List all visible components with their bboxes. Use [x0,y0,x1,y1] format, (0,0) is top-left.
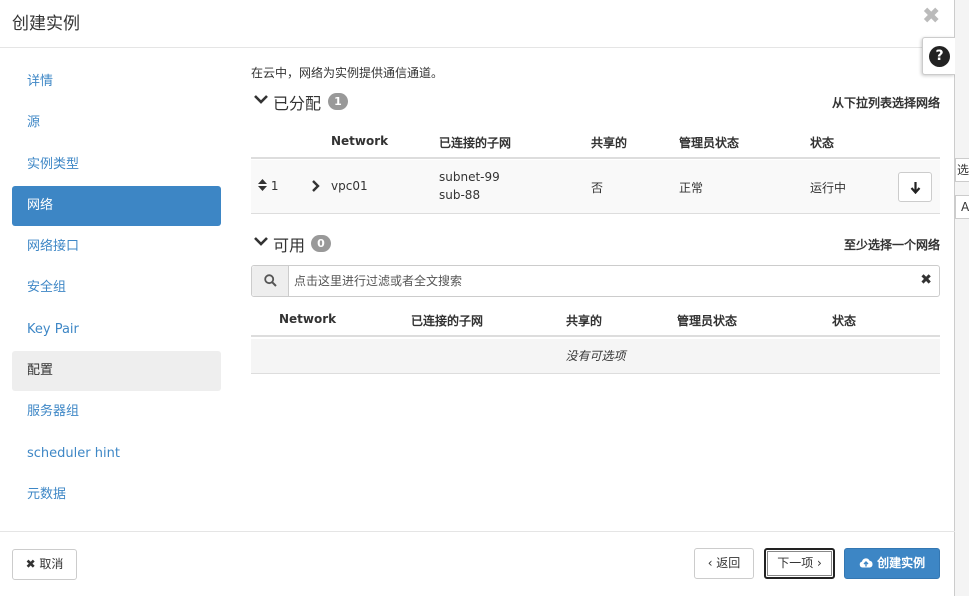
row-subnet: sub-88 [439,188,481,202]
sidebar-item-服务器组[interactable]: 服务器组 [12,392,221,432]
col-shared: 共享的 [566,314,603,328]
available-table-header: Network 已连接的子网 共享的 管理员状态 状态 [251,301,940,337]
sidebar-item-源[interactable]: 源 [12,103,221,143]
cancel-button[interactable]: ✖ 取消 [12,549,77,580]
sidebar-item-网络[interactable]: 网络 [12,185,221,226]
next-button[interactable]: 下一项 › [764,548,835,579]
help-button[interactable]: ? [922,37,955,75]
clear-search-icon[interactable]: ✖ [920,272,932,288]
wizard-sidebar: 详情源实例类型 网络 网络接口 安全组 Key Pair 配置 服务器组 scheduler … [12,62,221,516]
row-status: 运行中 [810,181,847,195]
create-instance-modal: 创建实例 ✖ ? 详情源实例类型 网络 网络接口 安全组 Key Pair 配置 服务器组 s… [0,0,955,596]
allocated-hint: 从下拉列表选择网络 [831,96,940,110]
chevron-down-icon[interactable] [253,233,269,249]
sidebar-item-详情[interactable]: 详情 [12,62,221,102]
help-icon: ? [929,46,950,67]
sidebar-item-网络接口[interactable]: 网络接口 [12,227,221,267]
row-admin-state: 正常 [679,181,704,195]
create-label: 创建实例 [877,556,926,570]
background-page-edge: 选 A [955,0,969,596]
allocated-table-header: Network 已连接的子网 共享的 管理员状态 状态 [251,123,940,159]
search-input[interactable] [294,272,914,290]
row-network: vpc01 [331,179,368,193]
col-shared: 共享的 [591,136,628,150]
create-instance-button[interactable]: 创建实例 [844,548,940,579]
cloud-upload-icon [859,558,873,568]
available-hint: 至少选择一个网络 [843,238,940,252]
search-addon [252,266,289,296]
allocated-count-badge: 1 [328,93,348,110]
search-bar: ✖ [251,265,940,297]
row-subnet: subnet-99 [439,170,500,184]
drag-handle[interactable]: 1 [258,179,278,193]
available-count-badge: 0 [311,235,331,252]
available-title: 可用 [273,236,306,255]
empty-state-row: 没有可选项 [251,339,940,374]
col-subnets: 已连接的子网 [411,314,484,328]
arrow-down-icon [910,182,921,194]
sidebar-item-配置[interactable]: 配置 [12,351,221,392]
allocated-title: 已分配 [273,94,322,113]
sidebar-item-实例类型[interactable]: 实例类型 [12,145,221,185]
modal-footer: ✖ 取消 ‹ 返回 下一项 › 创建实例 [0,531,955,596]
available-section-header[interactable]: 可用 0 至少选择一个网络 [251,232,940,255]
col-network: Network [279,312,337,326]
allocated-section-header[interactable]: 已分配 1 从下拉列表选择网络 [251,90,940,113]
step-intro: 在云中，网络为实例提供通信通道。 [251,66,444,80]
deallocate-button[interactable] [898,172,932,202]
col-subnets: 已连接的子网 [439,136,512,150]
col-status: 状态 [832,314,857,328]
chevron-right-icon[interactable] [311,180,321,192]
modal-header: 创建实例 ✖ [0,0,955,48]
sidebar-item-key-pair[interactable]: Key Pair [12,310,221,350]
col-admin-state: 管理员状态 [679,136,740,150]
chevron-down-icon[interactable] [253,91,269,107]
sidebar-item-scheduler-hint[interactable]: scheduler hint [12,434,221,474]
col-admin-state: 管理员状态 [677,314,738,328]
col-network: Network [331,134,389,148]
background-text: 选 [955,158,969,182]
search-icon [264,274,277,287]
modal-title: 创建实例 [12,14,80,34]
sidebar-item-元数据[interactable]: 元数据 [12,475,221,515]
row-shared: 否 [591,181,604,195]
back-button[interactable]: ‹ 返回 [694,548,754,579]
sidebar-item-安全组[interactable]: 安全组 [12,268,221,308]
sort-icon [258,179,267,191]
table-row: 1 vpc01 subnet-99 sub-88 否 正常 运行中 [251,160,940,214]
row-order: 1 [270,179,279,193]
close-icon[interactable]: ✖ [922,4,940,29]
background-text: A [955,195,969,219]
col-status: 状态 [810,136,835,150]
